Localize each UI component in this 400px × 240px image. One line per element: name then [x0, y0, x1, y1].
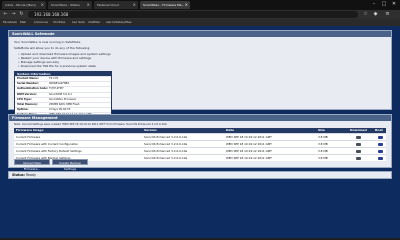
bookmark-item[interactable]: alarm/KatelyPtas [106, 19, 131, 26]
minimize-button[interactable]: – [370, 1, 378, 8]
firmware-size: 3.8 MB [318, 156, 328, 160]
bookmark-item[interactable]: Leo Sala [72, 19, 85, 26]
tab-label: SonicWALL - Firmware Ma... [143, 3, 185, 7]
firmware-version: SonicOS Enhanced 3.2.0.0-10e [144, 156, 188, 160]
safemode-line1: Your SonicWALL is now running in SafeMod… [14, 40, 82, 44]
safemode-panel: SonicWALL Safemode Your SonicWALL is now… [8, 30, 392, 119]
status-value: Ready [25, 173, 36, 177]
back-icon[interactable]: ← [2, 11, 9, 18]
browser-toolbar: ← → ↻ 192.168.168.168 ☆ ◆ ≡ [0, 10, 400, 19]
tab-label: Inbox - Nicole (Main) [5, 3, 36, 7]
download-icon[interactable] [356, 149, 361, 153]
bullet-item: • Download the TSR file for a previous s… [18, 64, 96, 68]
panel-title: SonicWALL Safemode [9, 31, 391, 37]
boot-icon[interactable] [378, 156, 383, 160]
bullet-text: Download the TSR file for a previous sys… [20, 64, 96, 68]
tab-label: SonicWALL - Status [51, 3, 80, 7]
system-info-table: System Information Product Name: TZ 170 S… [14, 71, 112, 119]
tab-3[interactable]: Fastenal Cloud × [94, 1, 138, 9]
boot-icon[interactable] [378, 135, 383, 139]
tab-1[interactable]: Inbox - Nicole (Main) × [2, 1, 46, 9]
page-content: SonicWALL Safemode Your SonicWALL is now… [0, 26, 400, 238]
firmware-panel: Firmware Management Note: Current Settin… [8, 114, 392, 171]
bookmark-item[interactable]: dnsfilter [88, 19, 100, 26]
download-icon[interactable] [356, 142, 361, 146]
extension-icon[interactable]: ◆ [372, 11, 379, 18]
close-window-button[interactable]: ✕ [390, 1, 398, 8]
download-icon[interactable] [356, 156, 361, 160]
table-row: Current Firmware with Factory Default Se… [14, 147, 386, 154]
status-bar: Status: Ready [8, 171, 392, 179]
forward-icon[interactable]: → [10, 11, 17, 18]
close-icon[interactable]: × [133, 1, 136, 9]
close-icon[interactable]: × [41, 1, 44, 9]
tab-2[interactable]: SonicWALL - Status × [48, 1, 92, 9]
boot-icon[interactable] [378, 149, 383, 153]
bookmark-item[interactable]: Mail [20, 19, 26, 26]
firmware-date: WED SEP 18 10:19:12 2011 GMT [226, 156, 272, 160]
firmware-note: Note: Current Settings were created 'WED… [14, 123, 168, 126]
download-icon[interactable] [356, 135, 361, 139]
bookmark-item[interactable]: YouTube [53, 19, 65, 26]
firmware-table: Firmware Image Version Date Size Downloa… [14, 128, 386, 161]
status-label: Status: [12, 173, 25, 177]
browser-titlebar: Inbox - Nicole (Main) × SonicWALL - Statu… [0, 0, 400, 10]
address-bar[interactable]: 192.168.168.168 [28, 11, 358, 18]
close-icon[interactable]: × [185, 1, 188, 9]
menu-icon[interactable]: ≡ [384, 11, 391, 18]
bookmark-item[interactable]: Facebook [3, 19, 17, 26]
upload-firmware-button[interactable]: Upload New Firmware... [14, 159, 50, 171]
bookmark-item[interactable]: LoCourse [34, 19, 48, 26]
create-backup-button[interactable]: Create Backup Settings [52, 159, 88, 171]
boot-icon[interactable] [378, 142, 383, 146]
tab-4[interactable]: SonicWALL - Firmware Ma... × [140, 1, 190, 9]
close-icon[interactable]: × [87, 1, 90, 9]
tab-label: Fastenal Cloud [97, 3, 119, 7]
firmware-title: Firmware Management [9, 115, 391, 121]
reload-icon[interactable]: ↻ [18, 11, 25, 18]
star-icon[interactable]: ☆ [362, 11, 369, 18]
maximize-button[interactable]: □ [380, 1, 388, 8]
safemode-line2: SafeMode will allow you to do any of the… [14, 46, 91, 50]
bookmarks-bar: Facebook Mail LoCourse YouTube Leo Sala … [0, 19, 400, 26]
table-row: Current Firmware with Current Configurat… [14, 140, 386, 147]
table-row: Current Firmware SonicOS Enhanced 3.2.0.… [14, 133, 386, 140]
